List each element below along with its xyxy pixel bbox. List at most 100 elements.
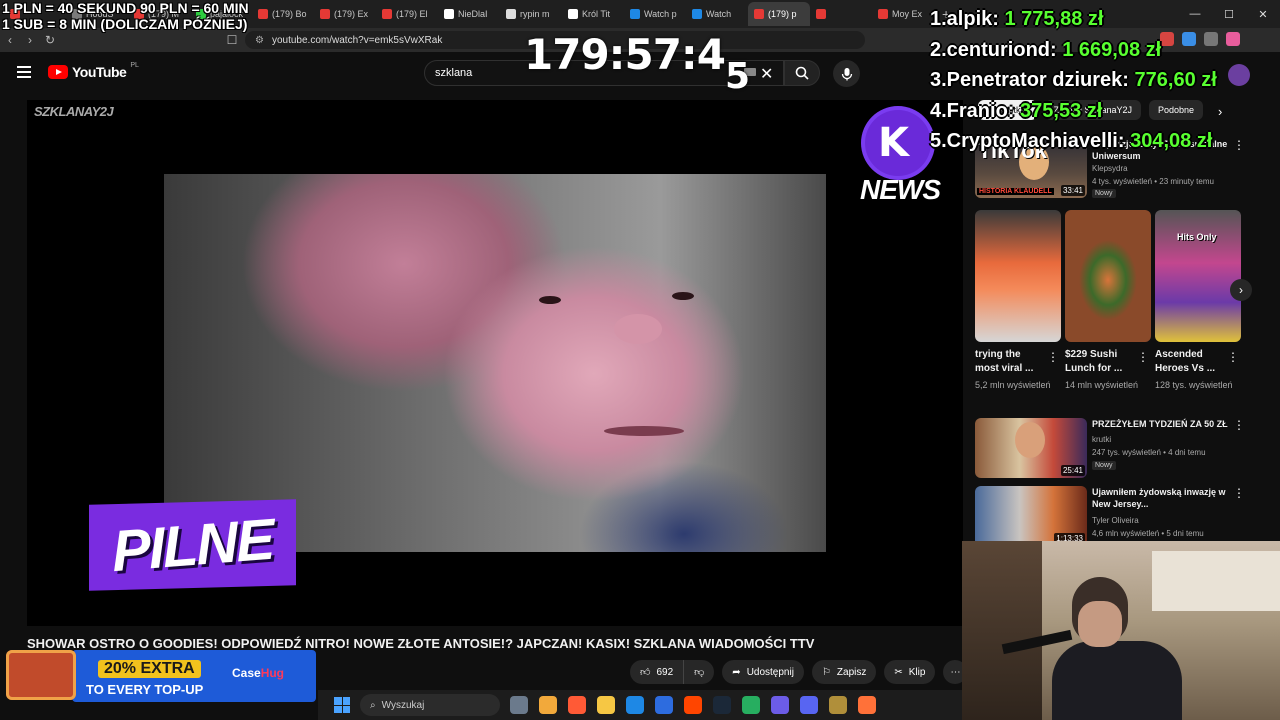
like-button[interactable]: 👍︎ 692 xyxy=(630,660,684,684)
short-thumbnail[interactable] xyxy=(975,210,1061,342)
channel-name[interactable]: krutki xyxy=(1092,435,1111,444)
taskbar-app-icon[interactable] xyxy=(742,696,760,714)
taskbar-app-icon[interactable] xyxy=(713,696,731,714)
thumbnail-label: HISTORIA KLAUDELL xyxy=(977,188,1054,195)
video-thumbnail[interactable]: 25:41 xyxy=(975,418,1087,478)
video-meta: 247 tys. wyświetleń • 4 dni temu xyxy=(1092,448,1206,457)
tab-label: (179) Bo xyxy=(272,9,307,19)
taskbar-app-icon[interactable] xyxy=(858,696,876,714)
site-info-icon[interactable]: ⚙ xyxy=(255,35,264,46)
forward-icon[interactable]: › xyxy=(20,33,40,47)
tab-favicon-icon xyxy=(258,9,268,19)
reload-icon[interactable]: ↻ xyxy=(40,33,60,47)
bookmark-icon[interactable]: ☐ xyxy=(222,33,242,47)
taskbar-apps xyxy=(510,696,876,714)
browser-tab[interactable]: rypin m xyxy=(500,2,562,26)
short-title[interactable]: Ascended Heroes Vs ... xyxy=(1155,348,1221,376)
sponsor-line1: 20% EXTRA xyxy=(98,660,201,678)
short-thumbnail[interactable] xyxy=(1065,210,1151,342)
taskbar-app-icon[interactable] xyxy=(684,696,702,714)
browser-tab[interactable]: (179) El xyxy=(376,2,438,26)
clip-button[interactable]: ✂ Klip xyxy=(884,660,936,684)
leaderboard-name: 5.CryptoMachiavelli: xyxy=(930,130,1125,152)
youtube-play-icon xyxy=(48,65,68,79)
browser-tab[interactable]: Watch xyxy=(686,2,748,26)
leaderboard-name: 1.alpik: xyxy=(930,8,999,30)
search-button[interactable] xyxy=(784,60,820,86)
tab-favicon-icon xyxy=(816,9,826,19)
webcam-person-body xyxy=(1052,641,1182,720)
clip-label: Klip xyxy=(908,666,926,678)
short-title[interactable]: trying the most viral ... xyxy=(975,348,1041,376)
thumbs-down-icon: 👎︎ xyxy=(694,667,705,678)
more-icon[interactable]: ⋮ xyxy=(1047,350,1059,364)
channel-name[interactable]: Tyler Oliveira xyxy=(1092,516,1139,525)
short-thumbnail[interactable]: Hits Only xyxy=(1155,210,1241,342)
leaderboard-row: 4.Franio: 375,53 zł xyxy=(930,100,1270,131)
country-code: PL xyxy=(130,61,139,69)
search-query: szklana xyxy=(435,67,473,79)
video-meta: 4,6 mln wyświetleń • 5 dni temu xyxy=(1092,529,1204,538)
short-title[interactable]: $229 Sushi Lunch for ... xyxy=(1065,348,1131,376)
browser-tab[interactable]: (179) p xyxy=(748,2,810,26)
youtube-logo[interactable]: YouTube PL xyxy=(48,61,139,80)
share-button[interactable]: ➦ Udostępnij xyxy=(722,660,804,684)
taskbar-app-icon[interactable] xyxy=(539,696,557,714)
clear-search-icon[interactable]: ✕ xyxy=(760,64,773,84)
leaderboard-name: 4.Franio: xyxy=(930,99,1015,122)
leaderboard-amount: 375,53 zł xyxy=(1020,99,1103,122)
leaderboard-amount: 1 669,08 zł xyxy=(1062,38,1162,61)
browser-tab[interactable]: Moy Ex xyxy=(872,2,934,26)
browser-tab[interactable]: Król Tit xyxy=(562,2,624,26)
list-item[interactable]: 25:41 PRZEŻYŁEM TYDZIEŃ ZA 50 ZŁ krutki … xyxy=(975,418,1245,478)
back-icon[interactable]: ‹ xyxy=(0,33,20,47)
webcam-feed xyxy=(962,541,1280,720)
more-icon[interactable]: ⋮ xyxy=(1227,350,1239,364)
like-count: 692 xyxy=(656,666,674,678)
short-thumb-label: Hits Only xyxy=(1177,232,1217,242)
taskbar-app-icon[interactable] xyxy=(800,696,818,714)
browser-tab[interactable]: NieDlaI xyxy=(438,2,500,26)
short-views: 5,2 mln wyświetleń xyxy=(975,380,1051,390)
browser-tab[interactable] xyxy=(810,2,872,26)
taskbar-app-icon[interactable] xyxy=(626,696,644,714)
chevron-right-icon: › xyxy=(1239,283,1243,297)
more-icon[interactable]: ⋮ xyxy=(1233,418,1245,432)
taskbar-app-icon[interactable] xyxy=(829,696,847,714)
taskbar-search[interactable]: ⌕ Wyszukaj xyxy=(360,694,500,716)
taskbar-app-icon[interactable] xyxy=(597,696,615,714)
shorts-next-button[interactable]: › xyxy=(1230,279,1252,301)
browser-tab[interactable]: Watch p xyxy=(624,2,686,26)
browser-tab[interactable]: (179) Bo xyxy=(252,2,314,26)
tab-label: (179) Ex xyxy=(334,9,369,19)
dislike-button[interactable]: 👎︎ xyxy=(683,660,715,684)
video-player[interactable]: SZKLANAY2J PILNE K NEWS xyxy=(27,100,963,626)
pilne-banner: PILNE xyxy=(89,499,296,591)
save-button[interactable]: ⚐ Zapisz xyxy=(811,660,877,684)
menu-icon[interactable] xyxy=(17,66,31,78)
taskbar-app-icon[interactable] xyxy=(771,696,789,714)
more-icon[interactable]: ⋮ xyxy=(1233,486,1245,500)
sponsor-case-image xyxy=(6,650,76,700)
browser-tab[interactable]: (179) Ex xyxy=(314,2,376,26)
short-item[interactable]: $229 Sushi Lunch for ... ⋮ 14 mln wyświe… xyxy=(1065,210,1151,390)
more-icon: ⋯ xyxy=(950,666,961,678)
taskbar-app-icon[interactable] xyxy=(568,696,586,714)
bookmark-icon: ⚐ xyxy=(821,666,831,678)
short-item[interactable]: trying the most viral ... ⋮ 5,2 mln wyśw… xyxy=(975,210,1061,390)
short-item[interactable]: Hits Only Ascended Heroes Vs ... ⋮ 128 t… xyxy=(1155,210,1241,390)
more-icon[interactable]: ⋮ xyxy=(1137,350,1149,364)
channel-name[interactable]: Klepsydra xyxy=(1092,164,1128,173)
subathon-timer: 179:57:45 xyxy=(524,30,750,97)
taskbar-app-icon[interactable] xyxy=(510,696,528,714)
video-title[interactable]: Ujawniłem żydowską inwazję w New Jersey.… xyxy=(1092,486,1230,510)
taskbar-app-icon[interactable] xyxy=(655,696,673,714)
windows-start-icon[interactable] xyxy=(334,697,350,713)
list-item[interactable]: 1:13:33 Ujawniłem żydowską inwazję w New… xyxy=(975,486,1245,546)
video-title[interactable]: PRZEŻYŁEM TYDZIEŃ ZA 50 ZŁ xyxy=(1092,418,1230,430)
voice-search-button[interactable] xyxy=(833,60,860,87)
leaderboard-row: 2.centuriond: 1 669,08 zł xyxy=(930,39,1270,70)
share-icon: ➦ xyxy=(732,666,741,678)
tab-favicon-icon xyxy=(568,9,578,19)
video-thumbnail[interactable]: 1:13:33 xyxy=(975,486,1087,546)
